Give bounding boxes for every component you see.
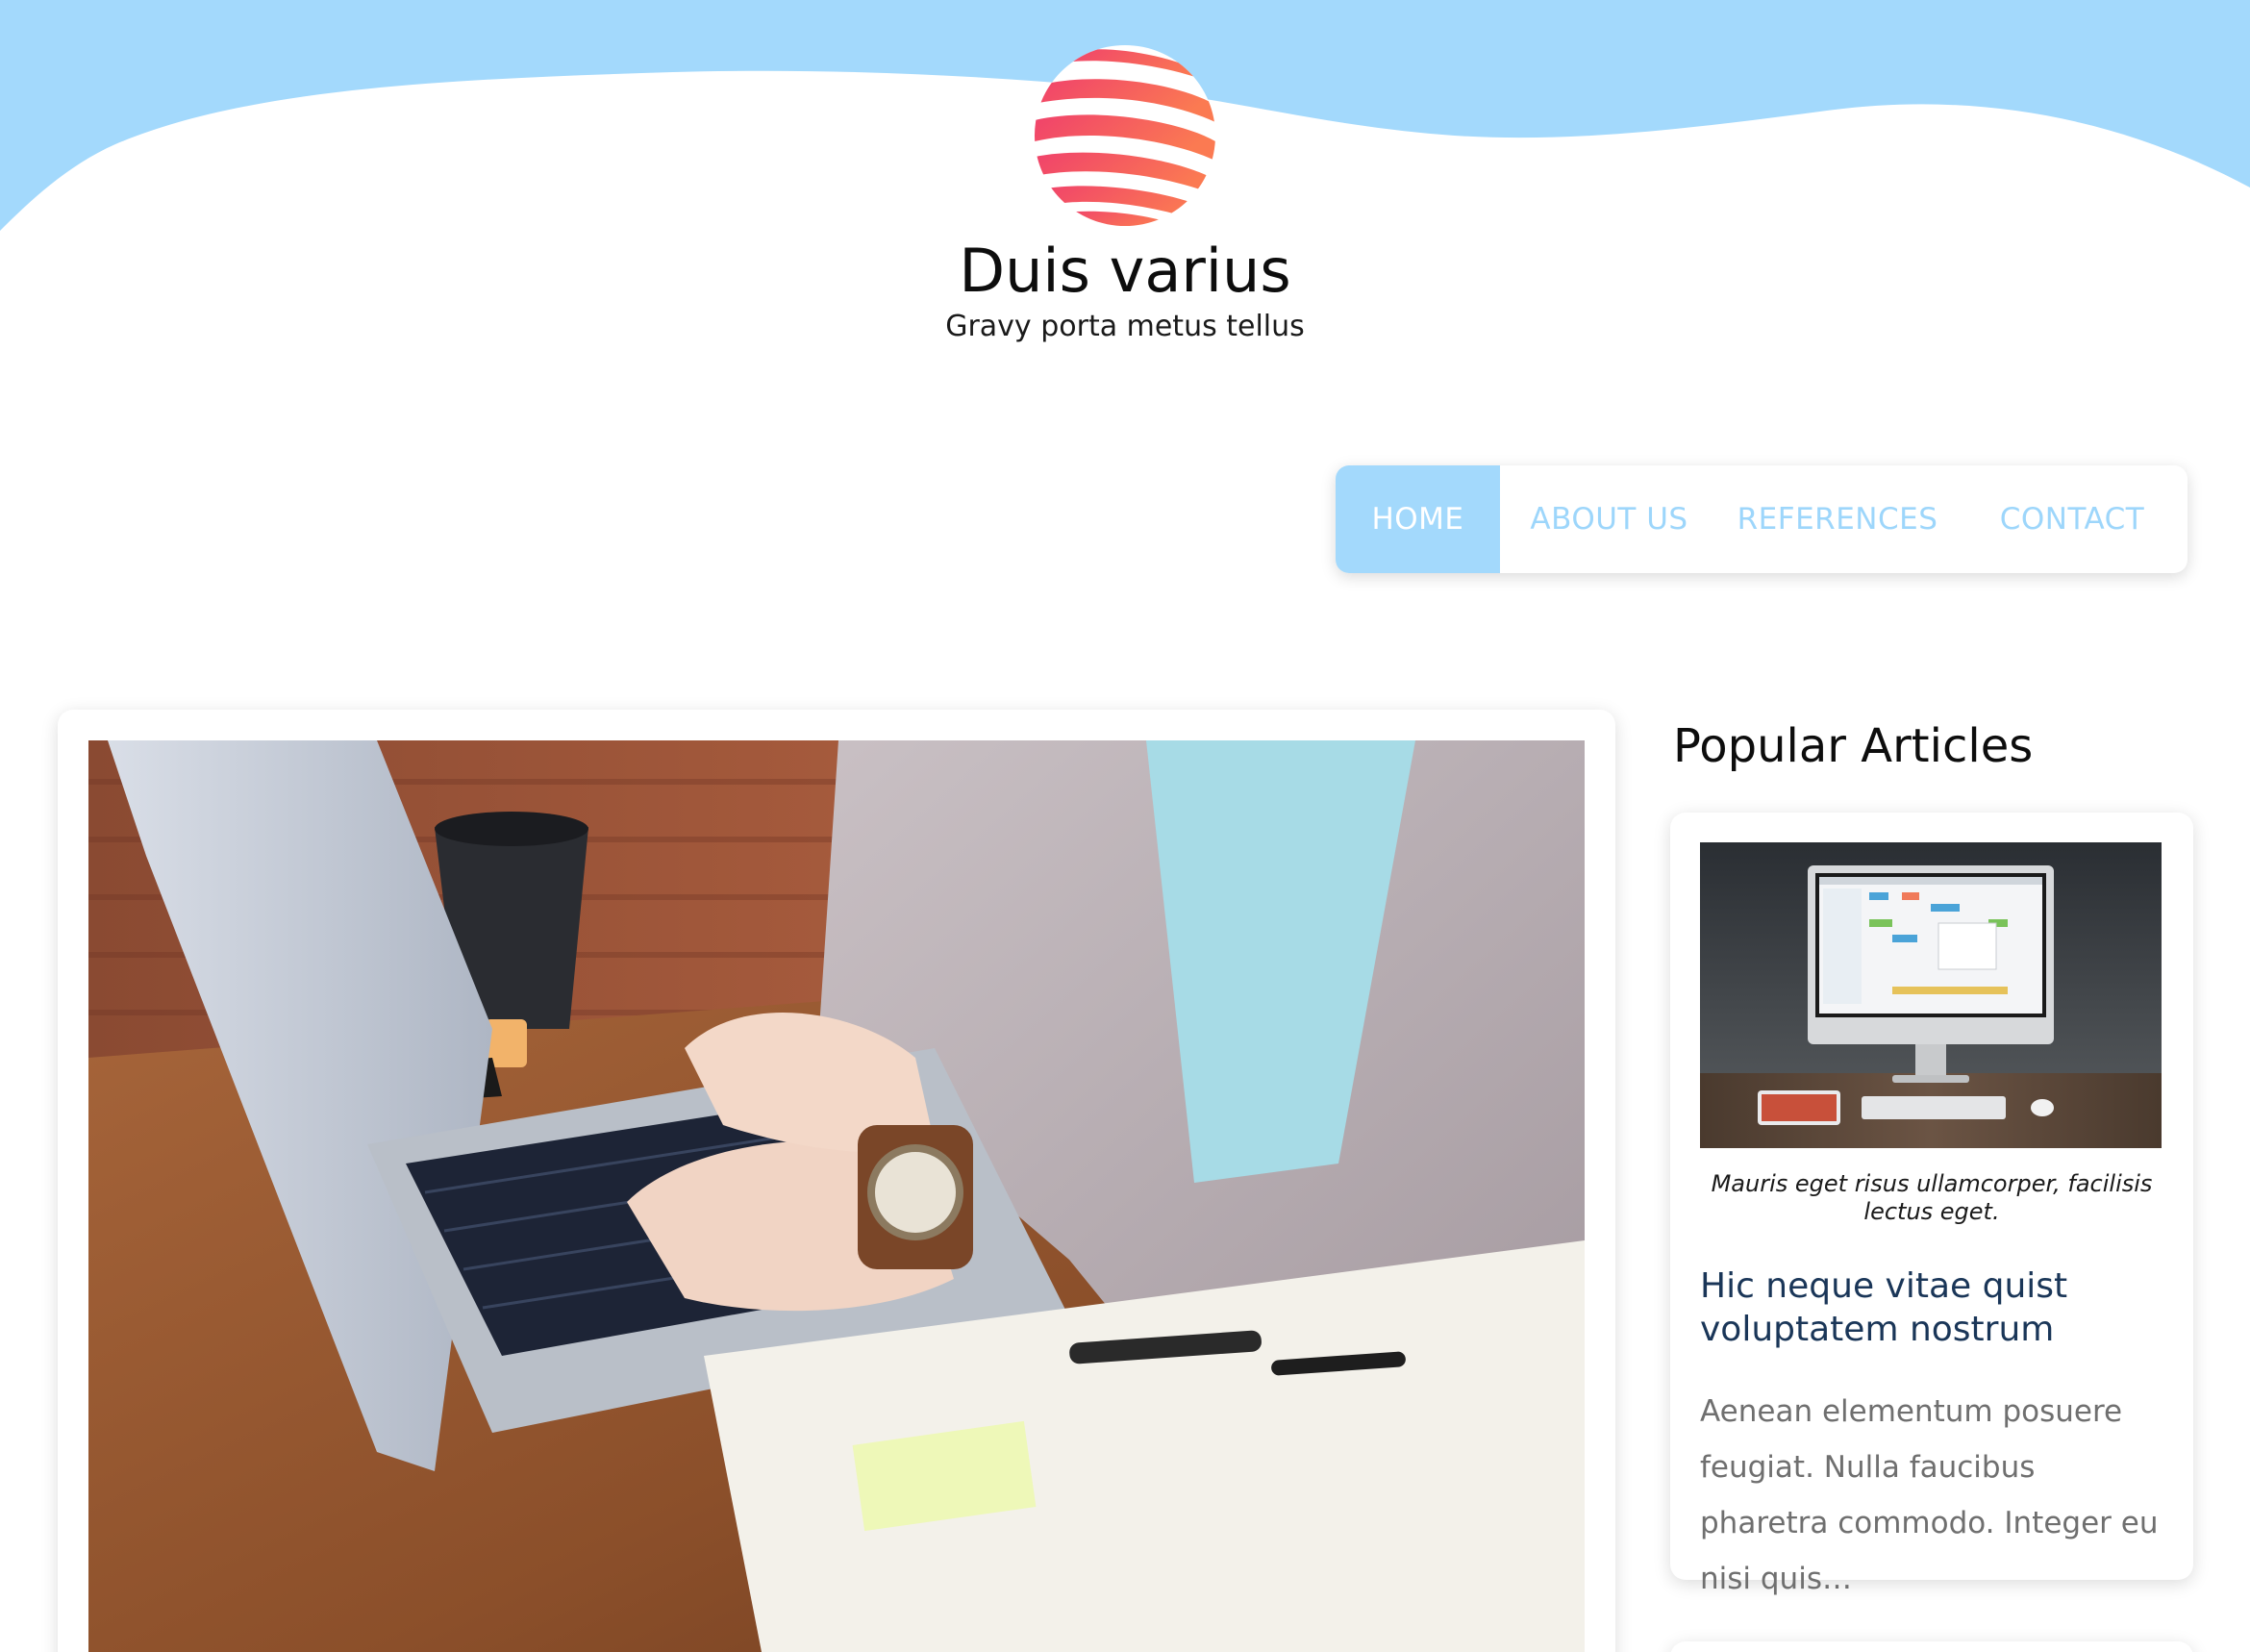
featured-article-card (58, 710, 1615, 1652)
nav-item-home[interactable]: HOME (1336, 465, 1500, 573)
nav-item-references[interactable]: REFERENCES (1718, 465, 1957, 573)
article-title-link[interactable]: Hic neque vitae quist voluptatem nostrum (1700, 1264, 2171, 1351)
popular-article-card-2 (1670, 1641, 2193, 1652)
nav-item-contact[interactable]: CONTACT (1957, 465, 2188, 573)
sidebar-heading: Popular Articles (1673, 719, 2034, 773)
page: Duis varius Gravy porta metus tellus HOM… (0, 0, 2250, 1652)
popular-article-card: Mauris eget risus ullamcorper, facilisis… (1670, 813, 2193, 1596)
article-excerpt: Aenean elementum posuere feugiat. Nulla … (1700, 1394, 2159, 1596)
site-tagline: Gravy porta metus tellus (945, 310, 1305, 343)
article-thumbnail[interactable] (1700, 842, 2162, 1148)
nav-item-about-us[interactable]: ABOUT US (1500, 465, 1718, 573)
hero-photo[interactable] (88, 740, 1585, 1652)
site-title[interactable]: Duis varius (0, 237, 2250, 306)
globe-logo-icon[interactable] (1035, 45, 1215, 226)
main-nav: HOME ABOUT US REFERENCES CONTACT (1336, 465, 2188, 573)
article-caption: Mauris eget risus ullamcorper, facilisis… (1711, 1170, 2153, 1225)
